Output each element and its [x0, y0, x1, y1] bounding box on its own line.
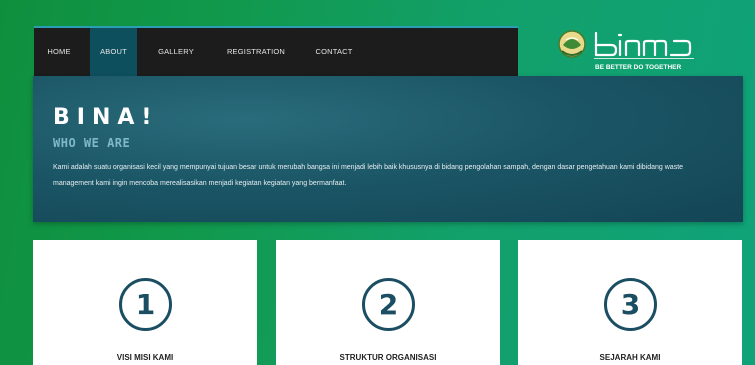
bina-logo[interactable]: BE BETTER DO TOGETHER — [556, 27, 706, 73]
card-title: STRUKTUR ORGANISASI — [339, 353, 437, 362]
card-sejarah[interactable]: 3 SEJARAH KAMI — [518, 240, 742, 365]
number-circle-icon: 3 — [604, 278, 657, 331]
nav-gallery-link[interactable]: GALLERY — [150, 28, 202, 76]
main-navbar: HOME ABOUT GALLERY REGISTRATION CONTACT — [34, 26, 518, 76]
number-circle-icon: 2 — [362, 278, 415, 331]
logo-tagline: BE BETTER DO TOGETHER — [595, 64, 681, 71]
number-circle-icon: 1 — [119, 278, 172, 331]
hero-title: BINA! — [53, 105, 159, 130]
leaf-globe-icon: BE BETTER DO TOGETHER — [558, 30, 694, 71]
nav-registration-link[interactable]: REGISTRATION — [216, 28, 296, 76]
nav-home-link[interactable]: HOME — [34, 28, 84, 76]
card-visi-misi[interactable]: 1 VISI MISI KAMI — [33, 240, 257, 365]
hero-description: Kami adalah suatu organisasi kecil yang … — [53, 164, 684, 187]
hero-subtitle: WHO WE ARE — [53, 136, 131, 150]
card-struktur-organisasi[interactable]: 2 STRUKTUR ORGANISASI — [276, 240, 500, 365]
nav-contact-link[interactable]: CONTACT — [306, 28, 362, 76]
nav-about-link[interactable]: ABOUT — [90, 28, 137, 76]
card-title: SEJARAH KAMI — [599, 353, 661, 362]
card-title: VISI MISI KAMI — [116, 353, 174, 362]
hero-section: BINA! WHO WE ARE Kami adalah suatu organ… — [33, 76, 743, 222]
